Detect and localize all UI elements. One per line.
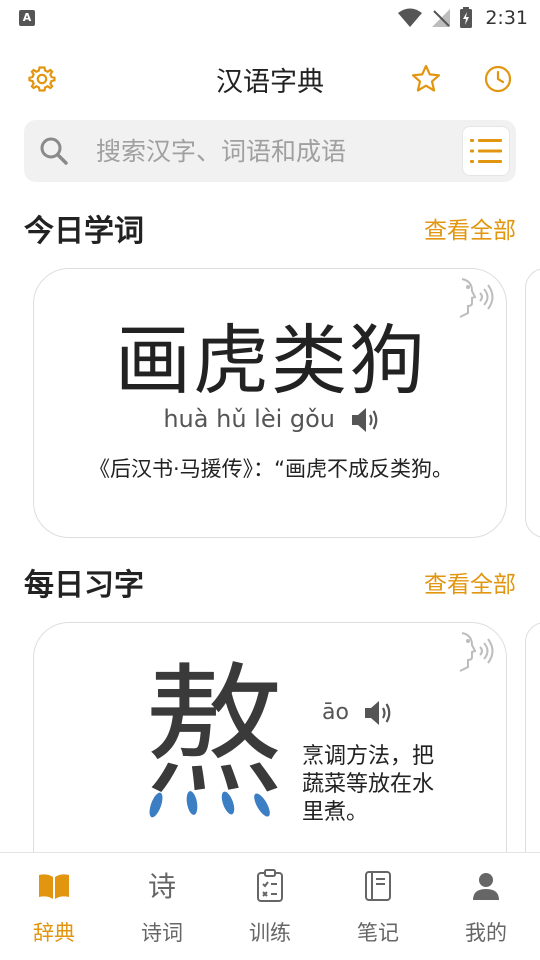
app-title: 汉语字典 xyxy=(216,67,324,98)
svg-text:诗: 诗 xyxy=(148,870,176,903)
daily-word-text: 画虎类狗 xyxy=(115,316,427,405)
nav-tab-poems[interactable]: 诗 诗词 xyxy=(108,853,216,960)
clock-time: 2:31 xyxy=(485,7,528,29)
app-bar: 汉语字典 xyxy=(0,50,540,106)
daily-char-see-all-link[interactable]: 查看全部 xyxy=(424,565,516,599)
poem-icon: 诗 xyxy=(145,869,179,903)
volume-icon[interactable] xyxy=(362,699,392,727)
daily-char-pinyin: āo xyxy=(322,700,349,725)
nav-tab-notes[interactable]: 笔记 xyxy=(324,853,432,960)
open-book-icon xyxy=(37,869,71,903)
category-list-button[interactable] xyxy=(462,126,510,176)
speak-icon[interactable] xyxy=(456,629,498,675)
nav-tab-profile[interactable]: 我的 xyxy=(432,853,540,960)
battery-charging-icon xyxy=(460,7,473,28)
daily-word-see-all-link[interactable]: 查看全部 xyxy=(424,211,516,245)
daily-word-source: 《后汉书·马援传》：“画虎不成反类狗。 xyxy=(88,457,454,481)
wifi-icon xyxy=(398,8,423,27)
nav-label: 笔记 xyxy=(357,921,399,945)
status-bar: A 2:31 xyxy=(0,0,540,36)
favorites-button[interactable] xyxy=(409,62,443,96)
nav-label: 训练 xyxy=(249,921,291,945)
checklist-icon xyxy=(253,869,287,903)
daily-char-title: 每日习字 xyxy=(24,568,144,603)
daily-word-pinyin-row: huà hǔ lèi gǒu xyxy=(34,405,508,434)
notebook-icon xyxy=(361,869,395,903)
clock-icon xyxy=(484,65,512,93)
person-icon xyxy=(469,869,503,903)
nav-label: 诗词 xyxy=(141,921,183,945)
bottom-nav: 辞典 诗 诗词 训练 笔记 我的 xyxy=(0,852,540,960)
daily-char-definition: 烹调方法，把蔬菜等放在水里煮。 xyxy=(302,744,435,825)
status-icons: 2:31 xyxy=(397,6,528,30)
search-icon xyxy=(40,137,68,165)
star-icon xyxy=(411,64,441,92)
daily-word-card[interactable]: 画虎类狗 huà hǔ lèi gǒu 《后汉书·马援传》：“画虎不成反类狗。 xyxy=(33,268,507,538)
daily-word-pinyin: huà hǔ lèi gǒu xyxy=(163,405,336,433)
nav-label: 我的 xyxy=(465,921,507,945)
notification-badge: A xyxy=(19,10,35,26)
list-icon xyxy=(470,139,502,163)
search-bar[interactable] xyxy=(24,120,516,182)
nav-tab-training[interactable]: 训练 xyxy=(216,853,324,960)
next-card-peek[interactable] xyxy=(525,268,540,538)
history-button[interactable] xyxy=(481,62,515,96)
nav-tab-dictionary[interactable]: 辞典 xyxy=(0,853,108,960)
stroke-highlight xyxy=(149,791,270,818)
search-input[interactable] xyxy=(96,132,466,170)
daily-word-title: 今日学词 xyxy=(24,214,144,249)
volume-icon[interactable] xyxy=(349,406,379,434)
nav-label: 辞典 xyxy=(33,921,75,945)
no-signal-icon xyxy=(432,9,451,27)
daily-char-pinyin-row: āo xyxy=(322,699,392,727)
daily-char-glyph: 熬 xyxy=(144,651,285,814)
